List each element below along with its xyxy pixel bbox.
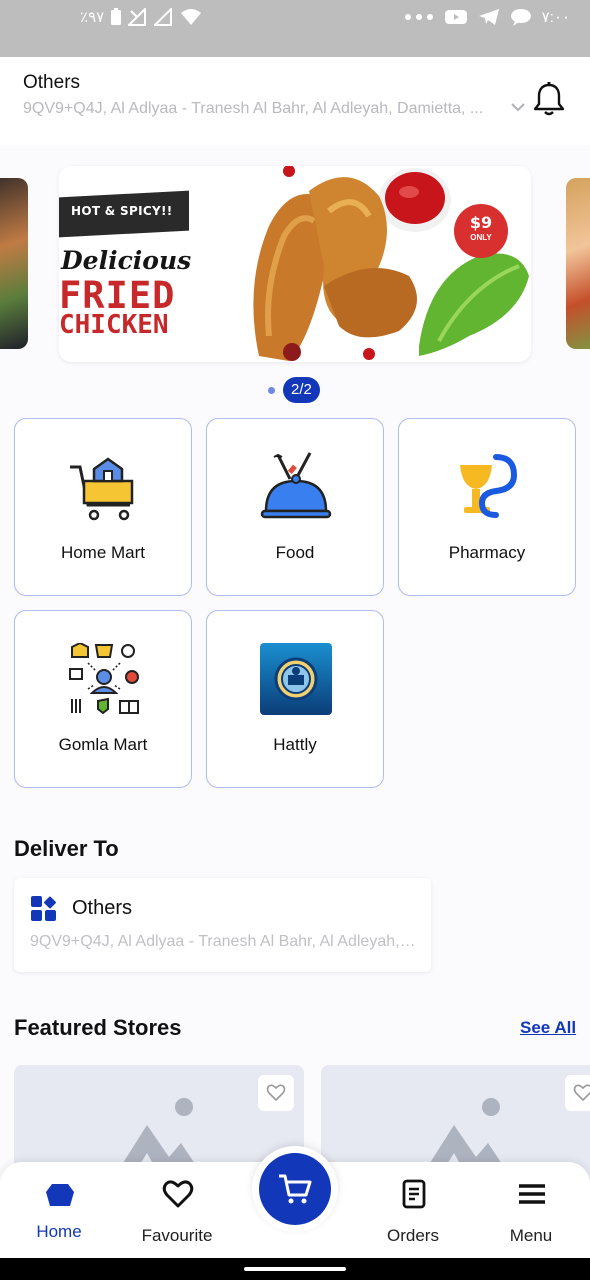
banner-next-preview[interactable] xyxy=(566,178,590,349)
location-address[interactable]: 9QV9+Q4J, Al Adlyaa - Tranesh Al Bahr, A… xyxy=(23,100,505,118)
module-label: Gomla Mart xyxy=(58,735,148,754)
signal-icon-2 xyxy=(154,8,173,26)
module-tile-food[interactable]: Food xyxy=(206,418,384,596)
notification-bell-icon[interactable] xyxy=(532,81,566,117)
status-right: ٧:٠٠ xyxy=(404,8,570,26)
nav-home-label: Home xyxy=(36,1222,82,1241)
nav-favourite[interactable]: Favourite xyxy=(122,1162,232,1258)
module-label: Hattly xyxy=(273,735,317,754)
location-header[interactable]: Others 9QV9+Q4J, Al Adlyaa - Tranesh Al … xyxy=(0,57,590,145)
heart-icon xyxy=(162,1180,194,1208)
delivery-address-card[interactable]: Others 9QV9+Q4J, Al Adlyaa - Tranesh Al … xyxy=(14,878,431,972)
nav-orders-label: Orders xyxy=(387,1226,439,1245)
carousel-dot[interactable] xyxy=(268,386,275,394)
nav-menu-label: Menu xyxy=(509,1226,553,1245)
pharmacy-icon xyxy=(460,454,518,518)
food-icon xyxy=(260,452,332,519)
carousel-page-counter: 2/2 xyxy=(283,377,320,403)
favourite-button[interactable] xyxy=(565,1075,590,1111)
home-mart-icon xyxy=(70,457,134,521)
gomla-mart-icon xyxy=(69,643,139,715)
fried-chicken-image xyxy=(253,166,529,361)
banner-line-1: Delicious xyxy=(61,246,192,275)
status-left: ٪٩٧ xyxy=(80,8,202,26)
location-title[interactable]: Others xyxy=(23,72,80,94)
banner-tag: HOT & SPICY!! xyxy=(71,204,173,218)
youtube-icon xyxy=(444,10,467,24)
nav-favourite-label: Favourite xyxy=(141,1226,213,1245)
module-label: Food xyxy=(275,543,315,562)
module-tile-home-mart[interactable]: Home Mart xyxy=(14,418,192,596)
more-dots-icon xyxy=(404,14,433,20)
module-label: Pharmacy xyxy=(448,543,526,562)
system-navigation-bar xyxy=(0,1258,590,1280)
address-line: 9QV9+Q4J, Al Adlyaa - Tranesh Al Bahr, A… xyxy=(30,933,420,950)
hattly-icon xyxy=(260,643,332,715)
wifi-icon xyxy=(181,9,202,25)
status-bar: ٪٩٧ ٧:٠٠ xyxy=(0,0,590,57)
promo-banner[interactable]: HOT & SPICY!! Delicious FRIED CHICKEN $9… xyxy=(59,166,531,362)
clock: ٧:٠٠ xyxy=(541,9,570,26)
nav-menu[interactable]: Menu xyxy=(476,1162,586,1258)
carousel-indicator: 2/2 xyxy=(268,377,320,403)
home-icon xyxy=(46,1184,74,1206)
cart-button[interactable] xyxy=(259,1153,331,1225)
menu-icon xyxy=(519,1184,545,1204)
banner-prev-preview[interactable] xyxy=(0,178,28,349)
module-tile-gomla-mart[interactable]: Gomla Mart xyxy=(14,610,192,788)
orders-icon xyxy=(402,1179,426,1209)
module-label: Home Mart xyxy=(60,543,146,562)
address-type-icon xyxy=(31,896,56,921)
chevron-down-icon[interactable] xyxy=(509,98,527,116)
price-sub: ONLY xyxy=(470,233,492,242)
favourite-button[interactable] xyxy=(258,1075,294,1111)
see-all-link[interactable]: See All xyxy=(520,1018,576,1038)
heart-icon xyxy=(573,1084,590,1102)
banner-line-3: CHICKEN xyxy=(59,310,169,340)
battery-percent: ٪٩٧ xyxy=(80,9,105,26)
cart-icon xyxy=(279,1174,312,1204)
telegram-icon xyxy=(478,9,499,25)
deliver-to-title: Deliver To xyxy=(14,836,119,861)
module-tile-hattly[interactable]: Hattly xyxy=(206,610,384,788)
signal-icon xyxy=(128,8,147,26)
module-tile-pharmacy[interactable]: Pharmacy xyxy=(398,418,576,596)
featured-stores-title: Featured Stores xyxy=(14,1015,182,1040)
nav-home[interactable]: Home xyxy=(4,1162,114,1258)
price-badge: $9 ONLY xyxy=(454,204,508,258)
address-title: Others xyxy=(72,897,133,919)
battery-icon xyxy=(111,8,122,25)
price-value: $9 xyxy=(469,213,493,232)
heart-icon xyxy=(266,1084,286,1102)
chat-icon xyxy=(510,9,531,26)
nav-orders[interactable]: Orders xyxy=(358,1162,468,1258)
home-gesture-pill[interactable] xyxy=(244,1267,346,1271)
